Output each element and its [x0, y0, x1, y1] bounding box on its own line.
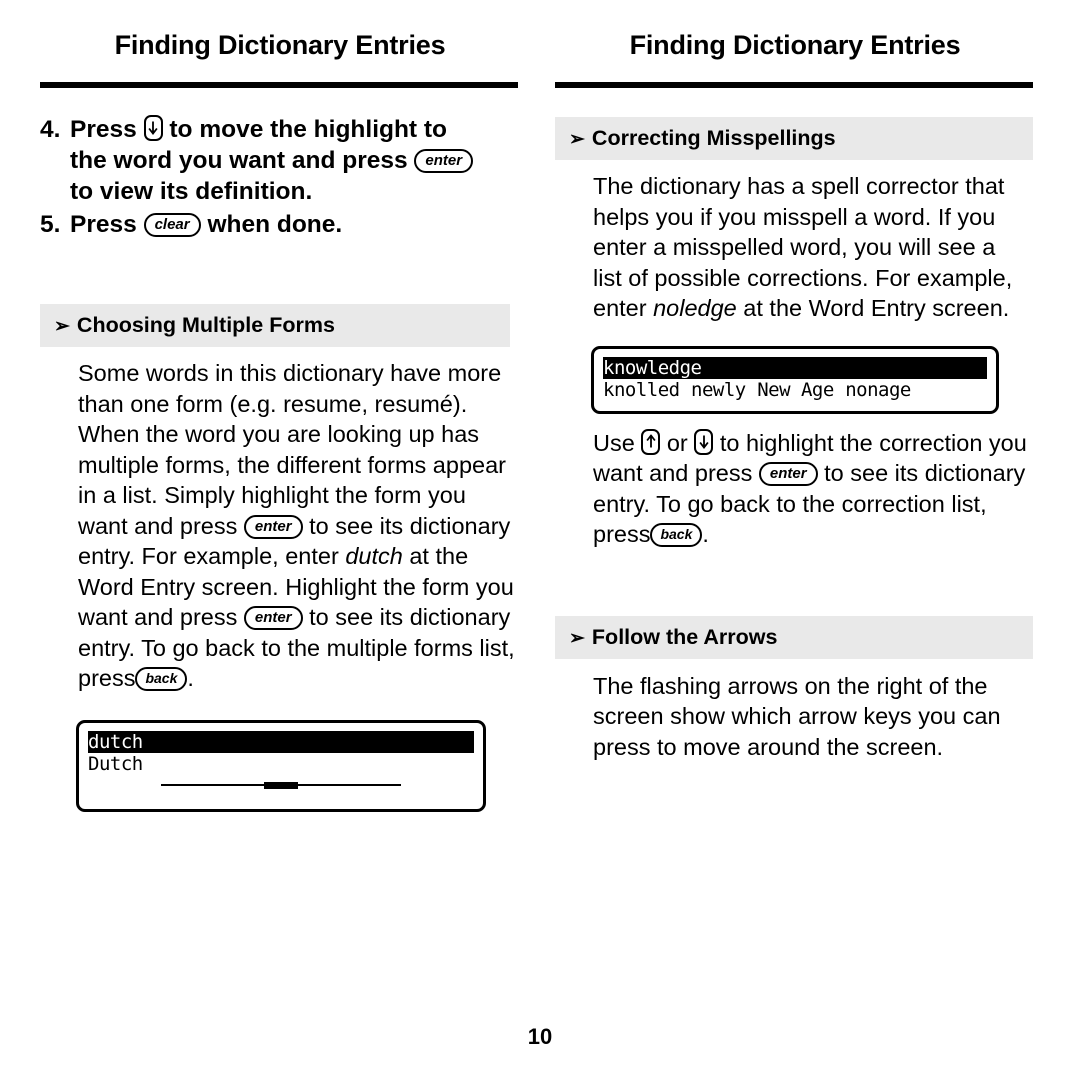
body-correcting-misspellings: The dictionary has a spell corrector tha… [555, 160, 1035, 324]
lcd-line-nonage: nonage [845, 379, 911, 401]
clear-key-button[interactable]: clear [143, 213, 201, 237]
back-key-button[interactable]: back [135, 667, 188, 691]
al-text-1: Use [593, 429, 635, 456]
left-page-header: Finding Dictionary Entries [114, 30, 446, 60]
cm-paragraph-2: at the Word Entry screen. [743, 295, 1010, 321]
fa-paragraph-1: The flashing arrows on the right of the … [593, 672, 1001, 760]
chevron-right-icon: ➢ [54, 316, 70, 337]
back-key-button-2[interactable]: back [650, 523, 703, 547]
cmf-period-1: . [187, 665, 194, 691]
al-period: . [702, 521, 709, 547]
section-header-follow-the-arrows: ➢ Follow the Arrows [555, 615, 1033, 659]
right-column: Finding Dictionary Entries ➢ Correcting M… [555, 30, 1035, 762]
al-text-2: or [666, 429, 688, 456]
step-4-number: 4. [40, 116, 61, 143]
enter-key-button-2[interactable]: enter [243, 514, 303, 539]
lcd-line-highlighted: dutch [88, 730, 474, 753]
right-header-rule [555, 82, 1033, 88]
body-choosing-multiple-forms: Some words in this dictionary have more … [40, 347, 520, 694]
section-title-follow-the-arrows: Follow the Arrows [591, 624, 778, 649]
down-arrow-key-icon[interactable] [143, 115, 163, 141]
lcd-line-highlighted-2: knowledge [603, 356, 987, 379]
step-5-number: 5. [40, 211, 61, 238]
step-4-text-1: Press [70, 116, 137, 143]
step-4-text-4: to view its definition. [70, 178, 313, 205]
enter-key-button-4[interactable]: enter [758, 462, 818, 486]
lcd-screen-dutch: dutch Dutch [76, 719, 486, 812]
lcd-screen-knowledge: knowledge knolled newly New Age nonage [591, 345, 999, 414]
enter-key-button[interactable]: enter [414, 149, 474, 173]
left-column: Finding Dictionary Entries 4. Press to mo… [40, 30, 520, 812]
section-title-correcting-misspellings: Correcting Misspellings [591, 126, 836, 150]
section-title-choosing-multiple-forms: Choosing Multiple Forms [76, 313, 335, 337]
lcd-line-new-age: New Age [757, 379, 834, 401]
step-4-text-2: to move the highlight to [169, 116, 448, 143]
up-arrow-key-icon[interactable] [641, 428, 661, 455]
page-number: 10 [527, 1024, 553, 1049]
down-arrow-key-icon-2[interactable] [694, 428, 714, 455]
step-5-text-2: when done. [207, 211, 343, 238]
cm-italic-noledge: noledge [653, 295, 737, 321]
left-header-rule [40, 82, 518, 88]
enter-key-button-3[interactable]: enter [243, 606, 303, 630]
step-5-text-1: Press [70, 211, 137, 238]
section-header-choosing-multiple-forms: ➢ Choosing Multiple Forms [40, 304, 510, 347]
chevron-right-icon-3: ➢ [569, 627, 585, 649]
step-4-text-3: the word you want and press [70, 147, 408, 174]
section-header-correcting-misspellings: ➢ Correcting Misspellings [555, 117, 1033, 160]
lcd-line-newly: newly [691, 379, 746, 401]
body-after-lcd: Use or to highlight the correction you w… [555, 414, 1035, 550]
manual-page: Finding Dictionary Entries 4. Press to mo… [0, 0, 1080, 1080]
lcd-cursor-block [264, 781, 298, 789]
lcd-line-2: Dutch [88, 753, 143, 775]
step-5: 5. Press clear when done. [40, 209, 520, 240]
body-follow-the-arrows: The flashing arrows on the right of the … [555, 659, 1035, 763]
chevron-right-icon-2: ➢ [569, 129, 585, 150]
step-4-line-2: the word you want and press enter [40, 145, 520, 176]
step-4: 4. Press to move the highlight to the wor… [40, 114, 520, 207]
numbered-steps: 4. Press to move the highlight to the wor… [40, 114, 520, 240]
step-4-line-3: to view its definition. [40, 176, 520, 207]
cmf-italic-dutch: dutch [345, 543, 403, 569]
lcd-line-knolled: knolled [603, 379, 680, 401]
right-page-header: Finding Dictionary Entries [629, 30, 961, 60]
